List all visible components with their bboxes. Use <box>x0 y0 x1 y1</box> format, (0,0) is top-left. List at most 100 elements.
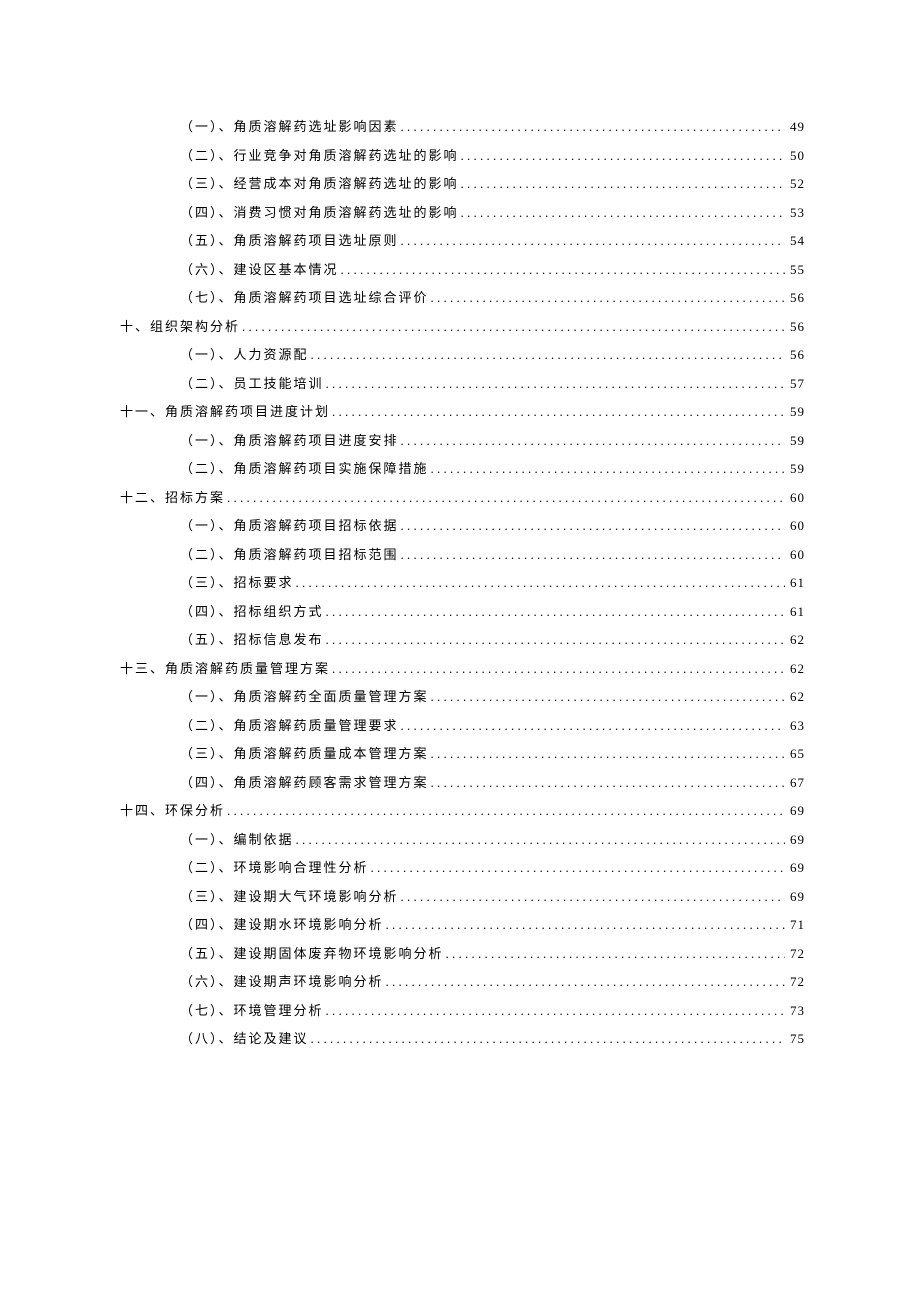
toc-leader-dots <box>369 861 785 874</box>
toc-entry-page: 54 <box>785 234 805 247</box>
toc-leader-dots <box>384 918 785 931</box>
toc-entry: （二）、角质溶解药质量管理要求63 <box>120 719 805 732</box>
toc-entry-label: （二）、角质溶解药项目招标范围 <box>180 548 399 561</box>
toc-entry-page: 55 <box>785 263 805 276</box>
toc-entry-label: （五）、角质溶解药项目选址原则 <box>180 234 399 247</box>
toc-leader-dots <box>399 234 785 247</box>
toc-entry: （三）、招标要求61 <box>120 576 805 589</box>
table-of-contents: （一）、角质溶解药选址影响因素 49 （二）、行业竞争对角质溶解药选址的影响50 （三… <box>120 120 805 1045</box>
toc-leader-dots <box>429 291 785 304</box>
toc-entry-page: 63 <box>785 719 805 732</box>
toc-leader-dots <box>429 462 785 475</box>
toc-entry: （一）、人力资源配56 <box>120 348 805 361</box>
toc-entry-label: （一）、角质溶解药全面质量管理方案 <box>180 690 429 703</box>
toc-entry-page: 59 <box>785 462 805 475</box>
toc-leader-dots <box>429 747 785 760</box>
toc-entry: （四）、建设期水环境影响分析 71 <box>120 918 805 931</box>
toc-entry: （五）、建设期固体废弃物环境影响分析72 <box>120 947 805 960</box>
toc-entry-label: （一）、角质溶解药项目招标依据 <box>180 519 399 532</box>
toc-entry-label: 十一、角质溶解药项目进度计划 <box>120 405 330 418</box>
toc-entry: （七）、环境管理分析73 <box>120 1004 805 1017</box>
toc-leader-dots <box>399 548 785 561</box>
toc-entry-label: （五）、招标信息发布 <box>180 633 324 646</box>
toc-leader-dots <box>399 719 785 732</box>
toc-leader-dots <box>459 206 785 219</box>
toc-entry-label: （三）、建设期大气环境影响分析 <box>180 890 399 903</box>
toc-entry-label: （二）、角质溶解药项目实施保障措施 <box>180 462 429 475</box>
toc-leader-dots <box>459 149 785 162</box>
toc-leader-dots <box>459 177 785 190</box>
toc-entry: （二）、环境影响合理性分析 69 <box>120 861 805 874</box>
toc-entry: （二）、员工技能培训57 <box>120 377 805 390</box>
toc-entry-label: 十三、角质溶解药质量管理方案 <box>120 662 330 675</box>
toc-entry-page: 50 <box>785 149 805 162</box>
toc-entry-page: 69 <box>785 833 805 846</box>
toc-entry-label: （六）、建设期声环境影响分析 <box>180 975 384 988</box>
toc-entry: 十、组织架构分析56 <box>120 320 805 333</box>
toc-entry-page: 56 <box>785 291 805 304</box>
toc-entry-label: （四）、消费习惯对角质溶解药选址的影响 <box>180 206 459 219</box>
toc-leader-dots <box>399 519 785 532</box>
toc-leader-dots <box>330 405 785 418</box>
toc-leader-dots <box>429 776 785 789</box>
toc-entry: 十三、角质溶解药质量管理方案62 <box>120 662 805 675</box>
toc-entry-page: 71 <box>785 918 805 931</box>
toc-entry: 十四、环保分析69 <box>120 804 805 817</box>
toc-entry-page: 72 <box>785 975 805 988</box>
toc-leader-dots <box>309 348 785 361</box>
toc-entry-label: （八）、结论及建议 <box>180 1032 309 1045</box>
toc-entry-label: （七）、角质溶解药项目选址综合评价 <box>180 291 429 304</box>
toc-entry: （一）、角质溶解药项目进度安排 59 <box>120 434 805 447</box>
toc-entry-page: 49 <box>785 120 805 133</box>
toc-entry-label: （二）、环境影响合理性分析 <box>180 861 369 874</box>
toc-entry-page: 59 <box>785 405 805 418</box>
toc-entry-label: （三）、经营成本对角质溶解药选址的影响 <box>180 177 459 190</box>
toc-entry: （四）、消费习惯对角质溶解药选址的影响53 <box>120 206 805 219</box>
toc-entry-page: 67 <box>785 776 805 789</box>
toc-entry-label: （七）、环境管理分析 <box>180 1004 324 1017</box>
toc-entry: （五）、角质溶解药项目选址原则 54 <box>120 234 805 247</box>
toc-leader-dots <box>240 320 785 333</box>
toc-leader-dots <box>399 890 785 903</box>
toc-entry-page: 61 <box>785 605 805 618</box>
toc-entry: （三）、经营成本对角质溶解药选址的影响 52 <box>120 177 805 190</box>
toc-entry-page: 65 <box>785 747 805 760</box>
toc-entry-label: （六）、建设区基本情况 <box>180 263 339 276</box>
toc-leader-dots <box>225 804 785 817</box>
toc-leader-dots <box>324 1004 785 1017</box>
toc-entry-label: （一）、角质溶解药选址影响因素 <box>180 120 399 133</box>
toc-entry-label: （一）、人力资源配 <box>180 348 309 361</box>
toc-entry: （六）、建设期声环境影响分析 72 <box>120 975 805 988</box>
toc-entry-page: 59 <box>785 434 805 447</box>
toc-entry: （七）、角质溶解药项目选址综合评价 56 <box>120 291 805 304</box>
toc-entry-label: 十、组织架构分析 <box>120 320 240 333</box>
toc-leader-dots <box>324 377 785 390</box>
toc-entry-page: 75 <box>785 1032 805 1045</box>
toc-leader-dots <box>399 434 785 447</box>
toc-entry: （二）、行业竞争对角质溶解药选址的影响50 <box>120 149 805 162</box>
toc-entry-label: （四）、建设期水环境影响分析 <box>180 918 384 931</box>
toc-leader-dots <box>294 833 785 846</box>
toc-entry: （三）、建设期大气环境影响分析69 <box>120 890 805 903</box>
toc-entry-page: 52 <box>785 177 805 190</box>
toc-entry-page: 72 <box>785 947 805 960</box>
toc-entry: （一）、角质溶解药项目招标依据 60 <box>120 519 805 532</box>
toc-entry-page: 69 <box>785 861 805 874</box>
toc-entry: （一）、角质溶解药选址影响因素 49 <box>120 120 805 133</box>
toc-entry-label: （一）、角质溶解药项目进度安排 <box>180 434 399 447</box>
toc-entry-label: （四）、角质溶解药顾客需求管理方案 <box>180 776 429 789</box>
toc-leader-dots <box>324 605 785 618</box>
toc-entry: （一）、角质溶解药全面质量管理方案62 <box>120 690 805 703</box>
toc-leader-dots <box>225 491 785 504</box>
toc-entry-label: （二）、员工技能培训 <box>180 377 324 390</box>
toc-entry: 十二、招标方案60 <box>120 491 805 504</box>
toc-leader-dots <box>399 120 785 133</box>
toc-entry: （一）、编制依据69 <box>120 833 805 846</box>
toc-entry: （六）、建设区基本情况 55 <box>120 263 805 276</box>
toc-entry-page: 62 <box>785 633 805 646</box>
toc-entry-page: 60 <box>785 519 805 532</box>
toc-entry: （四）、招标组织方式61 <box>120 605 805 618</box>
toc-entry-label: 十四、环保分析 <box>120 804 225 817</box>
toc-entry-label: （三）、角质溶解药质量成本管理方案 <box>180 747 429 760</box>
toc-entry: （三）、角质溶解药质量成本管理方案 65 <box>120 747 805 760</box>
